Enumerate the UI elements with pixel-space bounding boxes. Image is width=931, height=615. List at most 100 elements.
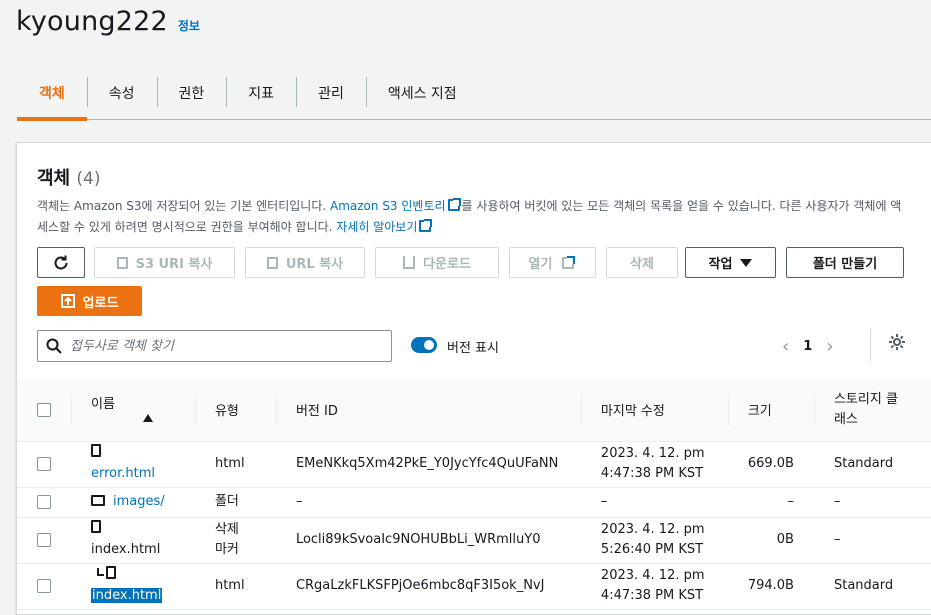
column-storage-class-header[interactable]: 스토리지 클래스: [813, 379, 931, 442]
download-icon: [403, 256, 416, 269]
last-modified-cell: 2023. 4. 12. pm 4:47:38 PM KST: [580, 563, 728, 610]
column-label: 버전 ID: [295, 404, 338, 420]
column-label: 크기: [747, 404, 772, 420]
actions-dropdown[interactable]: 작업: [685, 247, 776, 278]
tab-metrics[interactable]: 지표: [226, 66, 296, 120]
caret-down-icon: [740, 258, 753, 267]
refresh-icon: [54, 255, 68, 269]
tab-properties[interactable]: 속성: [86, 66, 157, 120]
refresh-button[interactable]: [37, 247, 85, 278]
copy-s3-uri-label: S3 URI 복사: [135, 257, 213, 272]
copy-icon: [266, 256, 278, 269]
column-type-header[interactable]: 유형: [194, 379, 276, 442]
column-size-header[interactable]: 크기: [727, 379, 814, 442]
sort-ascending-icon: [143, 413, 153, 422]
tab-bar: 객체 속성 권한 지표 관리 액세스 지점: [17, 66, 931, 121]
table-row[interactable]: index.html 삭제 마커 Locli89kSvoaIc9NOHUBbLi…: [17, 517, 931, 564]
type-cell: 폴더: [194, 487, 276, 518]
object-name-link[interactable]: error.html: [91, 466, 155, 481]
panel-title: 객체 (4): [37, 164, 101, 190]
inventory-link[interactable]: Amazon S3 인벤토리: [330, 199, 446, 213]
column-label: 유형: [214, 404, 239, 420]
size-cell: –: [727, 487, 814, 518]
row-select-cell: [17, 487, 71, 518]
tab-objects[interactable]: 객체: [17, 66, 87, 121]
column-label: 이름: [91, 396, 115, 412]
object-name: index.html: [91, 542, 161, 557]
pagination: ‹ 1 ›: [782, 331, 833, 361]
search-box: [37, 330, 392, 362]
object-count: (4): [76, 169, 101, 189]
delete-label: 삭제: [630, 257, 654, 272]
tab-management[interactable]: 관리: [296, 66, 366, 120]
column-last-modified-header[interactable]: 마지막 수정: [580, 379, 728, 442]
name-cell: index.html: [71, 517, 195, 564]
row-checkbox[interactable]: [37, 456, 51, 471]
bucket-name: kyoung222: [16, 6, 168, 37]
folder-name-link[interactable]: images/: [113, 494, 165, 509]
column-label: 마지막 수정: [600, 404, 665, 420]
download-label: 다운로드: [423, 257, 471, 272]
size-cell: 669.0B: [727, 441, 814, 488]
create-folder-label: 폴더 만들기: [812, 257, 878, 272]
column-label: 스토리지 클래스: [833, 391, 898, 427]
type-cell: html: [194, 441, 276, 488]
last-modified-cell: 2023. 4. 12. pm 5:26:40 PM KST: [580, 517, 728, 564]
prev-page-icon[interactable]: ‹: [782, 336, 789, 357]
create-folder-button[interactable]: 폴더 만들기: [786, 247, 904, 278]
current-page[interactable]: 1: [803, 339, 812, 354]
copy-icon: [116, 256, 128, 269]
objects-panel: 객체 (4) 객체는 Amazon S3에 저장되어 있는 기본 엔터티입니다.…: [16, 142, 931, 615]
tab-permissions[interactable]: 권한: [156, 66, 227, 120]
size-cell: 0B: [727, 517, 814, 564]
select-all-header: [17, 379, 71, 442]
file-icon: [91, 520, 101, 533]
search-input[interactable]: [70, 338, 370, 354]
storage-class-cell: –: [813, 517, 931, 564]
delete-button[interactable]: 삭제: [606, 247, 678, 278]
object-name-link[interactable]: index.html: [91, 588, 163, 603]
table-row[interactable]: error.html html EMeNKkq5Xm42PkE_Y0JycYfc…: [17, 441, 931, 488]
page-header: kyoung222 정보: [16, 6, 200, 37]
learn-more-link[interactable]: 자세히 알아보기: [336, 220, 417, 234]
info-link[interactable]: 정보: [178, 17, 200, 34]
next-page-icon[interactable]: ›: [826, 336, 833, 357]
table-header-row: 이름 유형 버전 ID 마지막 수정 크기 스토리지 클래스: [17, 379, 931, 442]
column-version-id-header[interactable]: 버전 ID: [275, 379, 581, 442]
column-name-header[interactable]: 이름: [71, 379, 195, 442]
copy-s3-uri-button[interactable]: S3 URI 복사: [94, 247, 235, 278]
upload-icon: [60, 294, 75, 308]
storage-class-cell: Standard: [813, 441, 931, 488]
table-row[interactable]: images/ 폴더 – – – –: [17, 487, 931, 518]
select-all-checkbox[interactable]: [37, 402, 51, 417]
storage-class-cell: –: [813, 487, 931, 518]
table-row[interactable]: index.html html CRgaLzkFLKSFPjOe6mbc8qF3…: [17, 563, 931, 610]
open-button[interactable]: 열기: [509, 247, 596, 278]
download-button[interactable]: 다운로드: [375, 247, 499, 278]
tab-access-points[interactable]: 액세스 지점: [365, 66, 479, 120]
row-select-cell: [17, 517, 71, 564]
version-branch-icon: [97, 568, 104, 576]
row-checkbox[interactable]: [37, 494, 51, 509]
row-checkbox[interactable]: [37, 532, 51, 547]
row-checkbox[interactable]: [37, 578, 51, 593]
name-cell: error.html: [71, 441, 195, 488]
last-modified-cell: 2023. 4. 12. pm 4:47:38 PM KST: [580, 441, 728, 488]
copy-url-button[interactable]: URL 복사: [245, 247, 365, 278]
name-cell: index.html: [71, 563, 195, 610]
version-id-cell: Locli89kSvoaIc9NOHUBbLi_WRmlluY0: [275, 517, 581, 564]
open-label: 열기: [528, 257, 553, 272]
objects-table: 이름 유형 버전 ID 마지막 수정 크기 스토리지 클래스 error.htm…: [17, 379, 931, 610]
external-link-icon: [419, 219, 433, 232]
show-versions-toggle[interactable]: [411, 337, 437, 353]
file-icon: [106, 566, 116, 579]
gear-icon[interactable]: [887, 332, 907, 352]
type-cell: html: [194, 563, 276, 610]
folder-icon: [91, 495, 105, 506]
version-id-cell: EMeNKkq5Xm42PkE_Y0JycYfc4QuUFaNN: [275, 441, 581, 488]
size-cell: 794.0B: [727, 563, 814, 610]
upload-button[interactable]: 업로드: [37, 286, 142, 316]
row-select-cell: [17, 441, 71, 488]
name-cell: images/: [71, 487, 195, 518]
upload-label: 업로드: [82, 295, 119, 311]
